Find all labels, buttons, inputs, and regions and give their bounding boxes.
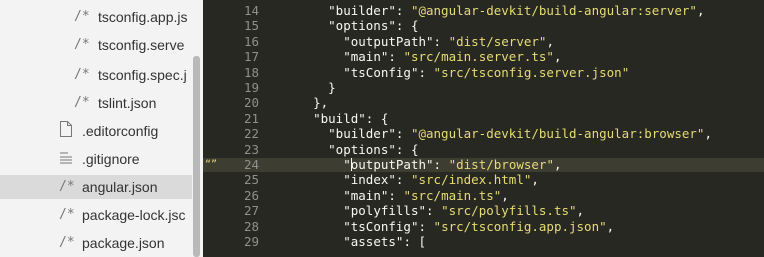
- code-line[interactable]: 21 "build": {: [203, 110, 764, 126]
- code-line[interactable]: 28 "tsConfig": "src/tsconfig.app.json",: [203, 218, 764, 234]
- code-text: "outputPath": "dist/server",: [343, 33, 554, 49]
- line-number: 28: [243, 218, 259, 234]
- line-number: 17: [243, 49, 259, 65]
- code-text: },: [283, 95, 329, 111]
- line-number: 15: [243, 18, 259, 34]
- code-line[interactable]: 22 "builder": "@angular-devkit/build-ang…: [203, 127, 764, 141]
- code-line[interactable]: 15 "options": {: [203, 19, 764, 33]
- code-text: "main": "src/main.ts",: [343, 187, 509, 203]
- code-line[interactable]: 20 },: [203, 96, 764, 110]
- code-line[interactable]: 29 "assets": [: [203, 235, 764, 249]
- line-number: 21: [243, 110, 259, 126]
- file-name-label: package-lock.jsc: [82, 207, 186, 223]
- file-name-label: .gitignore: [82, 151, 140, 167]
- code-text: "polyfills": "src/polyfills.ts",: [343, 203, 585, 219]
- code-line[interactable]: 14 "builder": "@angular-devkit/build-ang…: [203, 4, 764, 18]
- gutter-quote-marker: “”: [205, 159, 218, 170]
- code-text: "builder": "@angular-devkit/build-angula…: [328, 3, 705, 18]
- line-number: 20: [243, 95, 259, 111]
- line-number: 16: [243, 33, 259, 49]
- sidebar-file-item[interactable]: /* package.json: [0, 231, 192, 255]
- sidebar-file-item[interactable]: .editorconfig: [0, 119, 192, 143]
- sidebar-file-item[interactable]: /* tsconfig.serve: [0, 33, 192, 57]
- code-line[interactable]: 19 }: [203, 81, 764, 95]
- sidebar-file-item[interactable]: .gitignore: [0, 147, 192, 171]
- code-line[interactable]: 23 "options": {: [203, 141, 764, 157]
- file-name-label: .editorconfig: [82, 123, 159, 139]
- line-number: 27: [243, 203, 259, 219]
- code-text: "outputPath": "dist/browser",: [343, 157, 562, 172]
- line-number: 19: [243, 80, 259, 95]
- text-cursor: [350, 158, 352, 171]
- code-text: "options": {: [328, 18, 419, 34]
- code-text: "tsConfig": "src/tsconfig.server.json": [343, 64, 630, 80]
- sidebar-file-item[interactable]: /* tslint.json: [0, 91, 192, 115]
- comment-file-icon: /*: [59, 179, 75, 194]
- file-name-label: package.json: [82, 235, 165, 251]
- code-line[interactable]: 27 "polyfills": "src/polyfills.ts",: [203, 204, 764, 218]
- code-line-current[interactable]: “” 24 "outputPath": "dist/browser",: [203, 158, 764, 172]
- comment-file-icon: /*: [59, 235, 75, 250]
- comment-file-icon: /*: [74, 67, 90, 82]
- code-text: "tsConfig": "src/tsconfig.app.json",: [343, 218, 615, 234]
- file-name-label: tsconfig.app.js: [98, 9, 188, 25]
- comment-file-icon: /*: [74, 37, 90, 52]
- text-file-icon: [59, 147, 81, 171]
- code-line[interactable]: 26 "main": "src/main.ts",: [203, 187, 764, 203]
- code-editor[interactable]: 14 "builder": "@angular-devkit/build-ang…: [203, 0, 764, 257]
- sidebar-file-item[interactable]: /* angular.json: [0, 175, 192, 199]
- sidebar-file-item[interactable]: /* tsconfig.spec.j: [0, 63, 192, 87]
- sidebar-file-item[interactable]: /* package-lock.jsc: [0, 203, 192, 227]
- line-number: 25: [243, 172, 259, 188]
- file-name-label: tsconfig.spec.j: [98, 67, 187, 83]
- blank-file-icon: [59, 119, 81, 143]
- code-line[interactable]: 17 "main": "src/main.server.ts",: [203, 50, 764, 64]
- sidebar-scrollbar[interactable]: [193, 56, 200, 257]
- code-text: "assets": [: [343, 234, 427, 249]
- code-line[interactable]: 16 "outputPath": "dist/server",: [203, 33, 764, 49]
- sidebar-file-item[interactable]: /* tsconfig.app.js: [0, 5, 192, 29]
- code-text: "build": {: [313, 110, 389, 126]
- code-text: "main": "src/main.server.ts",: [343, 49, 562, 65]
- code-text: }: [283, 80, 336, 95]
- comment-file-icon: /*: [74, 9, 90, 24]
- comment-file-icon: /*: [59, 207, 75, 222]
- file-name-label: angular.json: [82, 179, 158, 195]
- line-number: 26: [243, 187, 259, 203]
- code-line[interactable]: 25 "index": "src/index.html",: [203, 173, 764, 187]
- code-text: "index": "src/index.html",: [343, 172, 539, 188]
- line-number: 23: [243, 141, 259, 157]
- comment-file-icon: /*: [74, 95, 90, 110]
- file-explorer-sidebar: /* tsconfig.app.js /* tsconfig.serve /* tscon…: [0, 0, 203, 257]
- file-name-label: tslint.json: [98, 95, 157, 111]
- line-number: 24: [243, 157, 259, 172]
- code-text: "builder": "@angular-devkit/build-angula…: [328, 126, 712, 142]
- code-line[interactable]: 18 "tsConfig": "src/tsconfig.server.json…: [203, 64, 764, 80]
- line-number: 22: [243, 126, 259, 142]
- line-number: 29: [243, 234, 259, 249]
- line-number: 18: [243, 64, 259, 80]
- file-name-label: tsconfig.serve: [98, 37, 185, 53]
- line-number: 14: [243, 3, 259, 18]
- code-text: "options": {: [328, 141, 419, 157]
